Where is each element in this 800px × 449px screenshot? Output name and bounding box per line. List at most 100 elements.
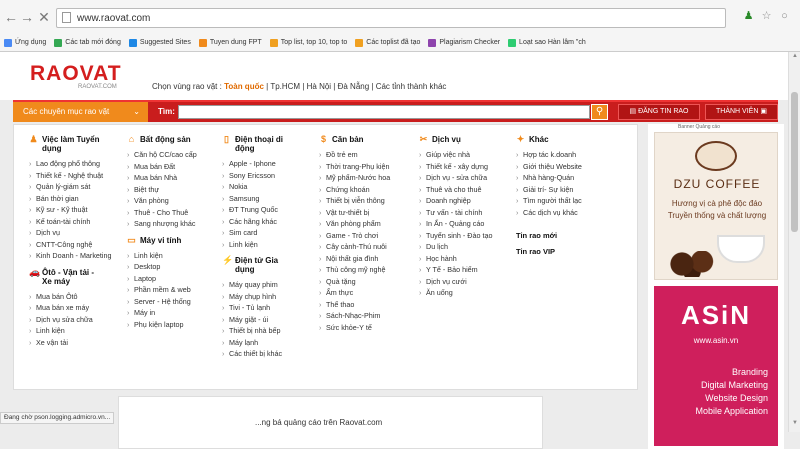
coffee-banner[interactable]: DZU COFFEE Hương vị cà phê độc đáo Truyề… bbox=[654, 132, 778, 280]
category-link[interactable]: Sang nhượng khác bbox=[127, 218, 202, 230]
category-link[interactable]: Mua bán xe máy bbox=[29, 302, 112, 314]
bookmark-item[interactable]: Top list, top 10, top to bbox=[269, 38, 347, 47]
category-link[interactable]: Xe vận tải bbox=[29, 337, 112, 349]
category-link[interactable]: Máy in bbox=[127, 307, 202, 319]
category-link[interactable]: Thiết bị nhà bếp bbox=[222, 325, 297, 337]
bookmark-item[interactable]: Suggested Sites bbox=[128, 38, 191, 47]
category-link[interactable]: Tìm người thất lạc bbox=[516, 195, 591, 207]
scroll-down-icon[interactable]: ▼ bbox=[791, 420, 799, 428]
category-link[interactable]: Thiết kế - Nghệ thuật bbox=[29, 170, 112, 182]
category-link[interactable]: Kỹ sư - Kỹ thuật bbox=[29, 204, 112, 216]
address-bar[interactable]: www.raovat.com bbox=[56, 8, 726, 28]
extra-link[interactable]: Tin rao mới bbox=[516, 228, 591, 244]
category-link[interactable]: Mua bán Đất bbox=[127, 161, 202, 173]
category-link[interactable]: Phụ kiện laptop bbox=[127, 319, 202, 331]
bookmark-item[interactable]: Các tab mới đóng bbox=[54, 38, 121, 47]
category-link[interactable]: Thể thao bbox=[319, 299, 394, 311]
category-link[interactable]: Lao động phổ thông bbox=[29, 158, 112, 170]
category-link[interactable]: Quản lý-giám sát bbox=[29, 181, 112, 193]
category-link[interactable]: Tivi - Tủ lạnh bbox=[222, 302, 297, 314]
category-link[interactable]: Hợp tác k.doanh bbox=[516, 149, 591, 161]
category-link[interactable]: Dịch vụ - sửa chữa bbox=[419, 172, 494, 184]
bookmark-item[interactable]: Plagiarism Checker bbox=[428, 38, 500, 47]
category-link[interactable]: Phần mềm & web bbox=[127, 284, 202, 296]
category-link[interactable]: Chứng khoán bbox=[319, 184, 394, 196]
asin-banner[interactable]: ASiN www.asin.vn Branding Digital Market… bbox=[654, 286, 778, 446]
category-link[interactable]: Máy chụp hình bbox=[222, 291, 297, 303]
bookmark-item[interactable]: Ứng dụng bbox=[4, 38, 46, 47]
category-link[interactable]: Sức khỏe-Y tế bbox=[319, 322, 394, 334]
category-link[interactable]: Kế toán-tài chính bbox=[29, 216, 112, 228]
category-link[interactable]: Tuyển sinh - Đào tạo bbox=[419, 230, 494, 242]
category-link[interactable]: Sony Ericsson bbox=[222, 170, 297, 182]
category-link[interactable]: Mua bán Ôtô bbox=[29, 291, 112, 303]
category-link[interactable]: Linh kiện bbox=[127, 250, 202, 262]
category-link[interactable]: Linh kiện bbox=[29, 325, 112, 337]
category-link[interactable]: Thiết bị viễn thông bbox=[319, 195, 394, 207]
post-ad-button[interactable]: ▤ ĐĂNG TIN RAO bbox=[618, 104, 700, 120]
category-link[interactable]: Laptop bbox=[127, 273, 202, 285]
category-link[interactable]: Cây cảnh-Thú nuôi bbox=[319, 241, 394, 253]
raovat-logo[interactable]: RAOVAT RAOVAT.COM bbox=[30, 62, 130, 92]
member-button[interactable]: THÀNH VIÊN ▣ bbox=[705, 104, 778, 120]
category-title[interactable]: ✦ Khác bbox=[516, 135, 591, 145]
category-link[interactable]: Dịch vụ bbox=[29, 227, 112, 239]
category-link[interactable]: Căn hộ CC/cao cấp bbox=[127, 149, 202, 161]
category-link[interactable]: Nokia bbox=[222, 181, 297, 193]
scroll-thumb[interactable] bbox=[791, 92, 798, 232]
category-link[interactable]: Máy lạnh bbox=[222, 337, 297, 349]
category-link[interactable]: Samsung bbox=[222, 193, 297, 205]
category-link[interactable]: Giúp việc nhà bbox=[419, 149, 494, 161]
category-title[interactable]: ▯ Điện thoại di động bbox=[222, 135, 297, 154]
category-link[interactable]: Thủ công mỹ nghệ bbox=[319, 264, 394, 276]
reload-icon[interactable]: ✕ bbox=[37, 10, 51, 24]
search-input[interactable] bbox=[178, 105, 590, 119]
category-title[interactable]: ⌂ Bất động sản bbox=[127, 135, 202, 145]
bookmark-item[interactable]: Các toplist đã tạo bbox=[355, 38, 420, 47]
category-link[interactable]: Du lịch bbox=[419, 241, 494, 253]
bookmark-item[interactable]: Tuyen dung FPT bbox=[198, 38, 262, 47]
category-link[interactable]: Ẩm thực bbox=[319, 287, 394, 299]
scroll-up-icon[interactable]: ▲ bbox=[791, 53, 799, 61]
category-link[interactable]: Apple - Iphone bbox=[222, 158, 297, 170]
forward-icon[interactable]: → bbox=[20, 10, 34, 24]
category-title[interactable]: ⚡ Điện tử Gia dụng bbox=[222, 256, 297, 275]
category-link[interactable]: CNTT-Công nghệ bbox=[29, 239, 112, 251]
bookmark-item[interactable]: Loạt sao Hàn lâm "ch bbox=[508, 38, 586, 47]
category-link[interactable]: Linh kiện bbox=[222, 239, 297, 251]
category-link[interactable]: Các hãng khác bbox=[222, 216, 297, 228]
category-link[interactable]: Ăn uống bbox=[419, 287, 494, 299]
region-list[interactable]: | Tp.HCM | Hà Nội | Đà Nẵng | Các tỉnh t… bbox=[266, 82, 446, 91]
category-link[interactable]: Kinh Doanh - Marketing bbox=[29, 250, 112, 262]
address-url[interactable]: www.raovat.com bbox=[77, 13, 150, 24]
category-link[interactable]: Dịch vụ sửa chữa bbox=[29, 314, 112, 326]
page-scrollbar[interactable]: ▲ ▼ bbox=[788, 52, 800, 432]
category-title[interactable]: ▭ Máy vi tính bbox=[127, 235, 202, 245]
category-link[interactable]: Các dịch vụ khác bbox=[516, 207, 591, 219]
category-title[interactable]: ♟ Việc làm Tuyển dụng bbox=[29, 135, 112, 154]
category-link[interactable]: Dịch vụ cưới bbox=[419, 276, 494, 288]
category-link[interactable]: Văn phòng bbox=[127, 195, 202, 207]
category-link[interactable]: Văn phòng phẩm bbox=[319, 218, 394, 230]
bookmark-star-icon[interactable]: ☆ bbox=[760, 10, 773, 23]
category-link[interactable]: Y Tế - Bảo hiểm bbox=[419, 264, 494, 276]
category-link[interactable]: Máy giặt - úi bbox=[222, 314, 297, 326]
category-link[interactable]: Giải trí- Sự kiện bbox=[516, 184, 591, 196]
category-link[interactable]: Tư vấn - tài chính bbox=[419, 207, 494, 219]
search-icon[interactable]: ⚲ bbox=[591, 104, 608, 120]
category-link[interactable]: Desktop bbox=[127, 261, 202, 273]
category-link[interactable]: Quà tặng bbox=[319, 276, 394, 288]
category-link[interactable]: Vật tư-thiết bị bbox=[319, 207, 394, 219]
category-link[interactable]: Máy quay phim bbox=[222, 279, 297, 291]
category-link[interactable]: Thuê và cho thuê bbox=[419, 184, 494, 196]
category-link[interactable]: Bán thời gian bbox=[29, 193, 112, 205]
category-link[interactable]: Học hành bbox=[419, 253, 494, 265]
category-link[interactable]: Nội thất gia đình bbox=[319, 253, 394, 265]
category-title[interactable]: $ Căn bản bbox=[319, 135, 394, 145]
category-link[interactable]: ĐT Trung Quốc bbox=[222, 204, 297, 216]
categories-button[interactable]: Các chuyên mục rao vặt ⌄ bbox=[13, 102, 148, 122]
category-link[interactable]: Đồ trẻ em bbox=[319, 149, 394, 161]
extra-link[interactable]: Tin rao VIP bbox=[516, 244, 591, 260]
category-link[interactable]: Thiết kế - xây dựng bbox=[419, 161, 494, 173]
category-link[interactable]: Biệt thự bbox=[127, 184, 202, 196]
